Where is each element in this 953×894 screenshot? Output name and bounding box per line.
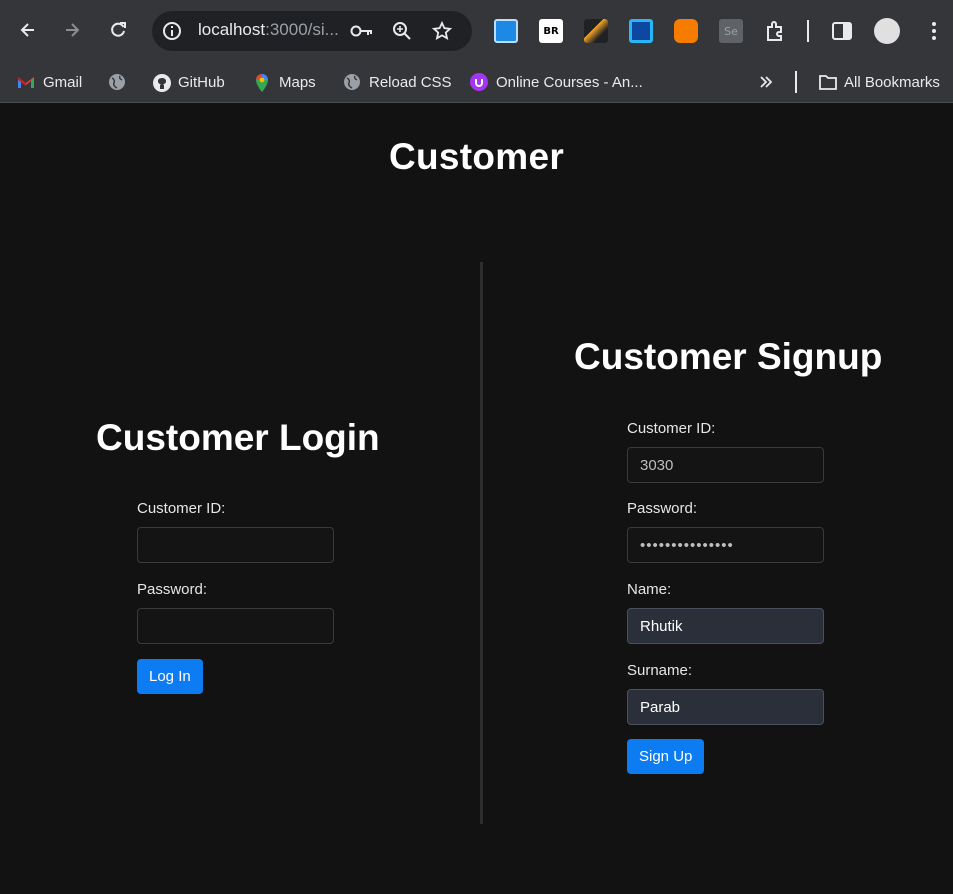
login-button[interactable]: Log In	[137, 659, 203, 694]
signup-surname-label: Surname:	[627, 662, 693, 679]
extension-screenshot-icon[interactable]	[629, 19, 653, 43]
site-info-icon[interactable]	[162, 21, 182, 45]
side-panel-icon[interactable]	[830, 19, 854, 43]
menu-kebab-icon[interactable]	[922, 19, 946, 43]
bookmarks-overflow-icon[interactable]	[758, 68, 774, 96]
signup-button[interactable]: Sign Up	[627, 739, 705, 774]
signup-surname-input[interactable]	[627, 689, 824, 725]
signup-password-label: Password:	[627, 500, 698, 517]
profile-avatar[interactable]	[874, 18, 900, 44]
signup-customer-id-input[interactable]	[627, 447, 824, 483]
page-content: Customer Customer Login Customer ID: Pas…	[0, 104, 953, 894]
bookmark-maps[interactable]: Maps	[253, 68, 316, 96]
bookmark-label: Gmail	[43, 73, 83, 91]
login-customer-id-input[interactable]	[137, 527, 334, 563]
extensions-puzzle-icon[interactable]	[764, 19, 788, 43]
metamask-fox-icon[interactable]	[674, 19, 698, 43]
vertical-divider	[480, 262, 483, 824]
bookmark-star-icon[interactable]	[431, 20, 453, 45]
globe-icon	[343, 73, 361, 91]
github-icon	[152, 73, 171, 92]
globe-icon	[108, 73, 126, 91]
page-title: Customer	[388, 136, 565, 177]
bookmark-label: Reload CSS	[369, 73, 452, 91]
signup-customer-id-label: Customer ID:	[627, 420, 716, 437]
address-bar[interactable]: localhost:3000/si...	[152, 11, 472, 51]
bookmark-label: Maps	[279, 73, 316, 91]
gmail-icon	[17, 73, 35, 91]
signup-name-input[interactable]	[627, 608, 824, 644]
toolbar-separator	[807, 20, 809, 42]
bookmark-label: GitHub	[178, 73, 225, 91]
password-key-icon[interactable]	[350, 22, 374, 44]
extension-icon-1[interactable]	[494, 19, 518, 43]
extension-se-icon[interactable]: Se	[719, 19, 743, 43]
bookmark-online-courses[interactable]: Online Courses - An...	[470, 68, 643, 96]
maps-pin-icon	[253, 73, 271, 92]
bookmark-github[interactable]: GitHub	[152, 68, 225, 96]
extension-br-icon[interactable]: BR	[539, 19, 563, 43]
signup-password-input[interactable]	[627, 527, 824, 563]
login-password-label: Password:	[137, 581, 208, 598]
bookmark-reload-css[interactable]: Reload CSS	[343, 68, 452, 96]
all-bookmarks-button[interactable]: All Bookmarks	[818, 68, 940, 96]
all-bookmarks-label: All Bookmarks	[844, 73, 940, 91]
bookmark-label: Online Courses - An...	[496, 73, 643, 91]
reload-icon[interactable]	[102, 14, 134, 46]
login-password-input[interactable]	[137, 608, 334, 644]
bookmarks-separator	[795, 71, 797, 93]
extension-icon-3[interactable]	[584, 19, 608, 43]
login-title: Customer Login	[96, 417, 380, 458]
udemy-icon	[470, 73, 488, 91]
bookmark-globe[interactable]	[108, 68, 126, 96]
signup-title: Customer Signup	[574, 336, 883, 377]
bookmarks-bar: Gmail GitHub Maps Reload CSS Online Cour…	[0, 62, 953, 103]
back-icon[interactable]	[12, 14, 44, 46]
forward-icon[interactable]	[56, 14, 88, 46]
folder-icon	[818, 73, 837, 91]
url-text[interactable]: localhost:3000/si...	[198, 20, 339, 40]
signup-name-label: Name:	[627, 581, 672, 598]
zoom-icon[interactable]	[392, 21, 412, 45]
bookmark-gmail[interactable]: Gmail	[17, 68, 82, 96]
browser-toolbar: localhost:3000/si... BR Se	[0, 0, 953, 62]
login-customer-id-label: Customer ID:	[137, 500, 226, 517]
